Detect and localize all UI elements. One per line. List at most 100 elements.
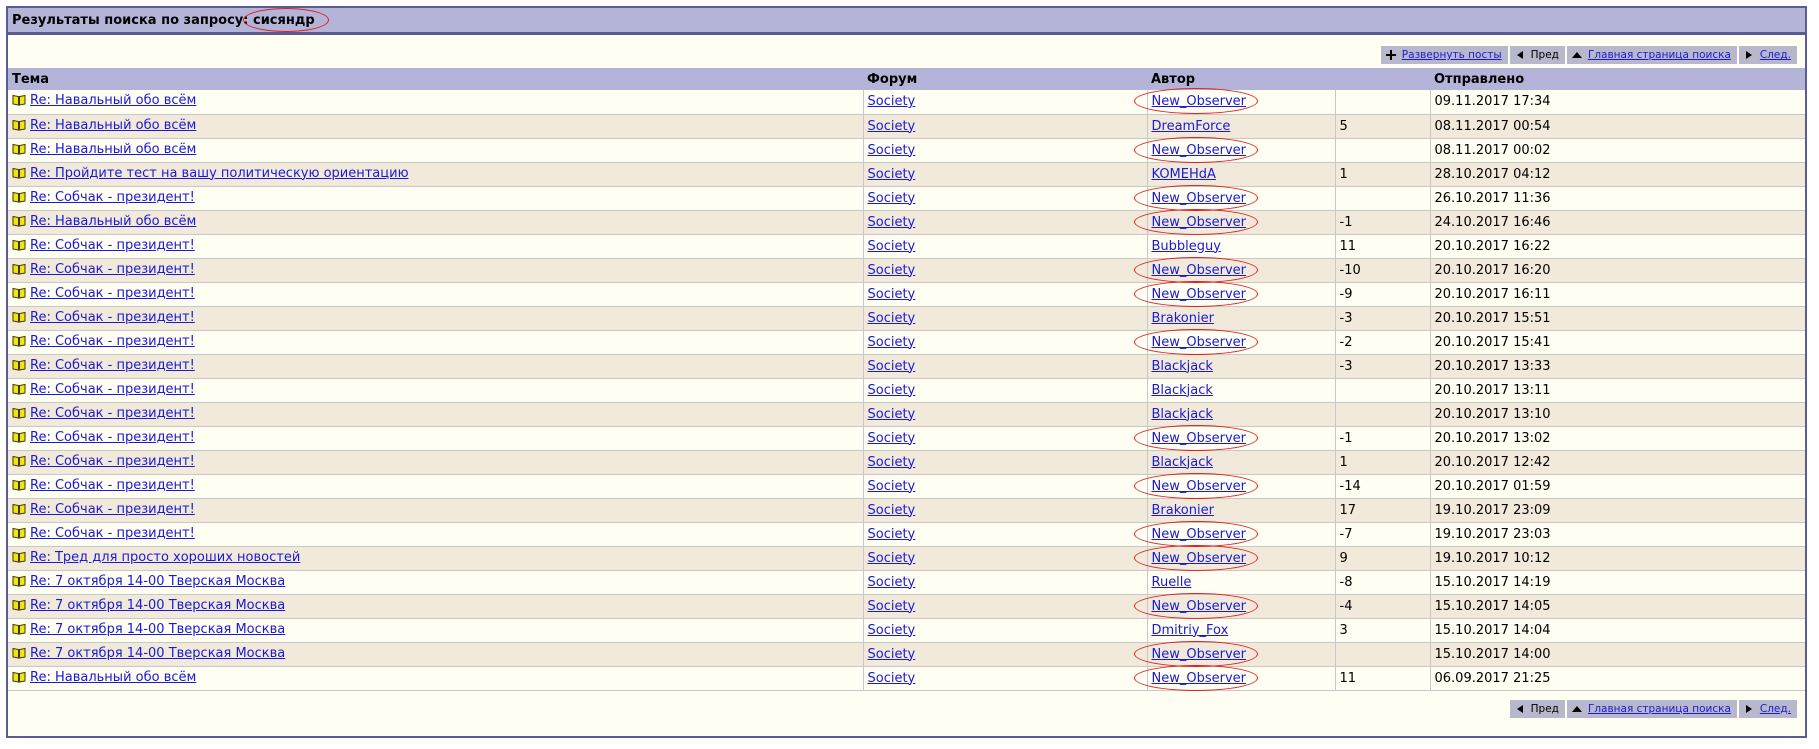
forum-link[interactable]: Society: [868, 335, 916, 350]
author-link[interactable]: New_Observer: [1152, 335, 1247, 350]
topic-link[interactable]: Re: Собчак - президент!: [30, 262, 195, 277]
topic-link[interactable]: Re: Собчак - президент!: [30, 190, 195, 205]
rating-cell: 1: [1335, 162, 1431, 187]
forum-link[interactable]: Society: [868, 383, 916, 398]
topic-link[interactable]: Re: Собчак - президент!: [30, 238, 195, 253]
topic-link[interactable]: Re: Собчак - президент!: [30, 310, 195, 325]
rating-cell: -10: [1335, 258, 1431, 283]
prev-button-bottom[interactable]: Пред: [1509, 699, 1565, 718]
topic-cell: Re: Тред для просто хороших новостей: [8, 546, 864, 571]
topic-link[interactable]: Re: Навальный обо всём: [30, 142, 196, 157]
author-link[interactable]: Brakonier: [1152, 503, 1214, 518]
topic-link[interactable]: Re: Собчак - президент!: [30, 382, 195, 397]
forum-link[interactable]: Society: [868, 623, 916, 638]
forum-link[interactable]: Society: [868, 263, 916, 278]
author-link[interactable]: Bubbleguy: [1152, 239, 1221, 254]
topic-link[interactable]: Re: Собчак - президент!: [30, 502, 195, 517]
author-link[interactable]: Brakonier: [1152, 311, 1214, 326]
author-link[interactable]: Ruelle: [1152, 575, 1192, 590]
forum-cell: Society: [863, 426, 1148, 451]
topic-link[interactable]: Re: Навальный обо всём: [30, 93, 196, 108]
forum-link[interactable]: Society: [868, 671, 916, 686]
forum-link[interactable]: Society: [868, 239, 916, 254]
topic-link[interactable]: Re: Собчак - президент!: [30, 358, 195, 373]
expand-posts-button[interactable]: Развернуть посты: [1380, 46, 1508, 64]
topic-link[interactable]: Re: Собчак - президент!: [30, 454, 195, 469]
author-link[interactable]: Blackjack: [1152, 383, 1213, 398]
topic-link[interactable]: Re: 7 октября 14-00 Тверская Москва: [30, 622, 285, 637]
forum-link[interactable]: Society: [868, 527, 916, 542]
rating-cell: -1: [1335, 210, 1431, 235]
forum-link[interactable]: Society: [868, 503, 916, 518]
author-link[interactable]: New_Observer: [1152, 671, 1247, 686]
topic-link[interactable]: Re: 7 октября 14-00 Тверская Москва: [30, 574, 285, 589]
author-link[interactable]: Blackjack: [1152, 407, 1213, 422]
forum-link[interactable]: Society: [868, 599, 916, 614]
forum-link[interactable]: Society: [868, 191, 916, 206]
author-link[interactable]: Blackjack: [1152, 455, 1213, 470]
posted-date-cell: 20.10.2017 16:20: [1430, 258, 1805, 283]
search-home-link-bottom[interactable]: Главная страница поиска: [1588, 703, 1731, 715]
forum-link[interactable]: Society: [868, 575, 916, 590]
forum-link[interactable]: Society: [868, 215, 916, 230]
next-button[interactable]: След.: [1738, 46, 1797, 64]
topic-link[interactable]: Re: Навальный обо всём: [30, 214, 196, 229]
search-home-button[interactable]: Главная страница поиска: [1566, 46, 1737, 64]
topic-link[interactable]: Re: 7 октября 14-00 Тверская Москва: [30, 646, 285, 661]
forum-cell: Society: [863, 282, 1148, 307]
topic-link[interactable]: Re: Тред для просто хороших новостей: [30, 550, 300, 565]
topic-link[interactable]: Re: 7 октября 14-00 Тверская Москва: [30, 598, 285, 613]
author-link[interactable]: New_Observer: [1152, 599, 1247, 614]
author-link[interactable]: DreamForce: [1152, 119, 1231, 134]
forum-link[interactable]: Society: [868, 359, 916, 374]
topic-link[interactable]: Re: Собчак - президент!: [30, 478, 195, 493]
topic-link[interactable]: Re: Навальный обо всём: [30, 118, 196, 133]
topic-link[interactable]: Re: Собчак - президент!: [30, 286, 195, 301]
author-link[interactable]: New_Observer: [1152, 215, 1247, 230]
prev-button[interactable]: Пред: [1509, 46, 1565, 64]
forum-link[interactable]: Society: [868, 287, 916, 302]
forum-link[interactable]: Society: [868, 119, 916, 134]
author-link[interactable]: New_Observer: [1152, 143, 1247, 158]
author-link[interactable]: KOMEHdA: [1152, 167, 1216, 182]
posted-date-cell: 20.10.2017 13:33: [1430, 354, 1805, 379]
forum-link[interactable]: Society: [868, 143, 916, 158]
author-link[interactable]: New_Observer: [1152, 287, 1247, 302]
author-link[interactable]: New_Observer: [1152, 191, 1247, 206]
forum-link[interactable]: Society: [868, 647, 916, 662]
search-query: сисяндр: [242, 7, 329, 32]
next-link[interactable]: След.: [1760, 49, 1791, 61]
search-home-link[interactable]: Главная страница поиска: [1588, 49, 1731, 61]
forum-link[interactable]: Society: [868, 431, 916, 446]
author-link[interactable]: New_Observer: [1152, 94, 1247, 109]
forum-link[interactable]: Society: [868, 455, 916, 470]
author-link[interactable]: New_Observer: [1152, 263, 1247, 278]
topic-link[interactable]: Re: Пройдите тест на вашу политическую о…: [30, 166, 409, 181]
author-link[interactable]: New_Observer: [1152, 479, 1247, 494]
results-table: Тема Форум Автор Отправлено Re: Навальны…: [8, 68, 1805, 691]
topic-link[interactable]: Re: Собчак - президент!: [30, 334, 195, 349]
author-cell: New_Observer: [1133, 424, 1336, 451]
forum-link[interactable]: Society: [868, 551, 916, 566]
search-home-button-bottom[interactable]: Главная страница поиска: [1566, 699, 1737, 718]
topic-link[interactable]: Re: Собчак - президент!: [30, 430, 195, 445]
topic-link[interactable]: Re: Навальный обо всём: [30, 670, 196, 685]
topic-link[interactable]: Re: Собчак - президент!: [30, 406, 195, 421]
author-link[interactable]: New_Observer: [1152, 551, 1247, 566]
author-link[interactable]: Dmitriy_Fox: [1152, 623, 1229, 638]
forum-link[interactable]: Society: [868, 479, 916, 494]
forum-link[interactable]: Society: [868, 167, 916, 182]
author-link[interactable]: New_Observer: [1152, 527, 1247, 542]
expand-posts-link[interactable]: Развернуть посты: [1402, 49, 1502, 61]
forum-link[interactable]: Society: [868, 94, 916, 109]
open-book-icon: [12, 287, 26, 303]
author-link[interactable]: New_Observer: [1152, 647, 1247, 662]
author-link[interactable]: Blackjack: [1152, 359, 1213, 374]
forum-link[interactable]: Society: [868, 407, 916, 422]
forum-link[interactable]: Society: [868, 311, 916, 326]
topic-link[interactable]: Re: Собчак - президент!: [30, 526, 195, 541]
next-link-bottom[interactable]: След.: [1760, 703, 1791, 715]
author-link[interactable]: New_Observer: [1152, 431, 1247, 446]
forum-cell: Society: [863, 594, 1148, 619]
next-button-bottom[interactable]: След.: [1738, 699, 1797, 718]
